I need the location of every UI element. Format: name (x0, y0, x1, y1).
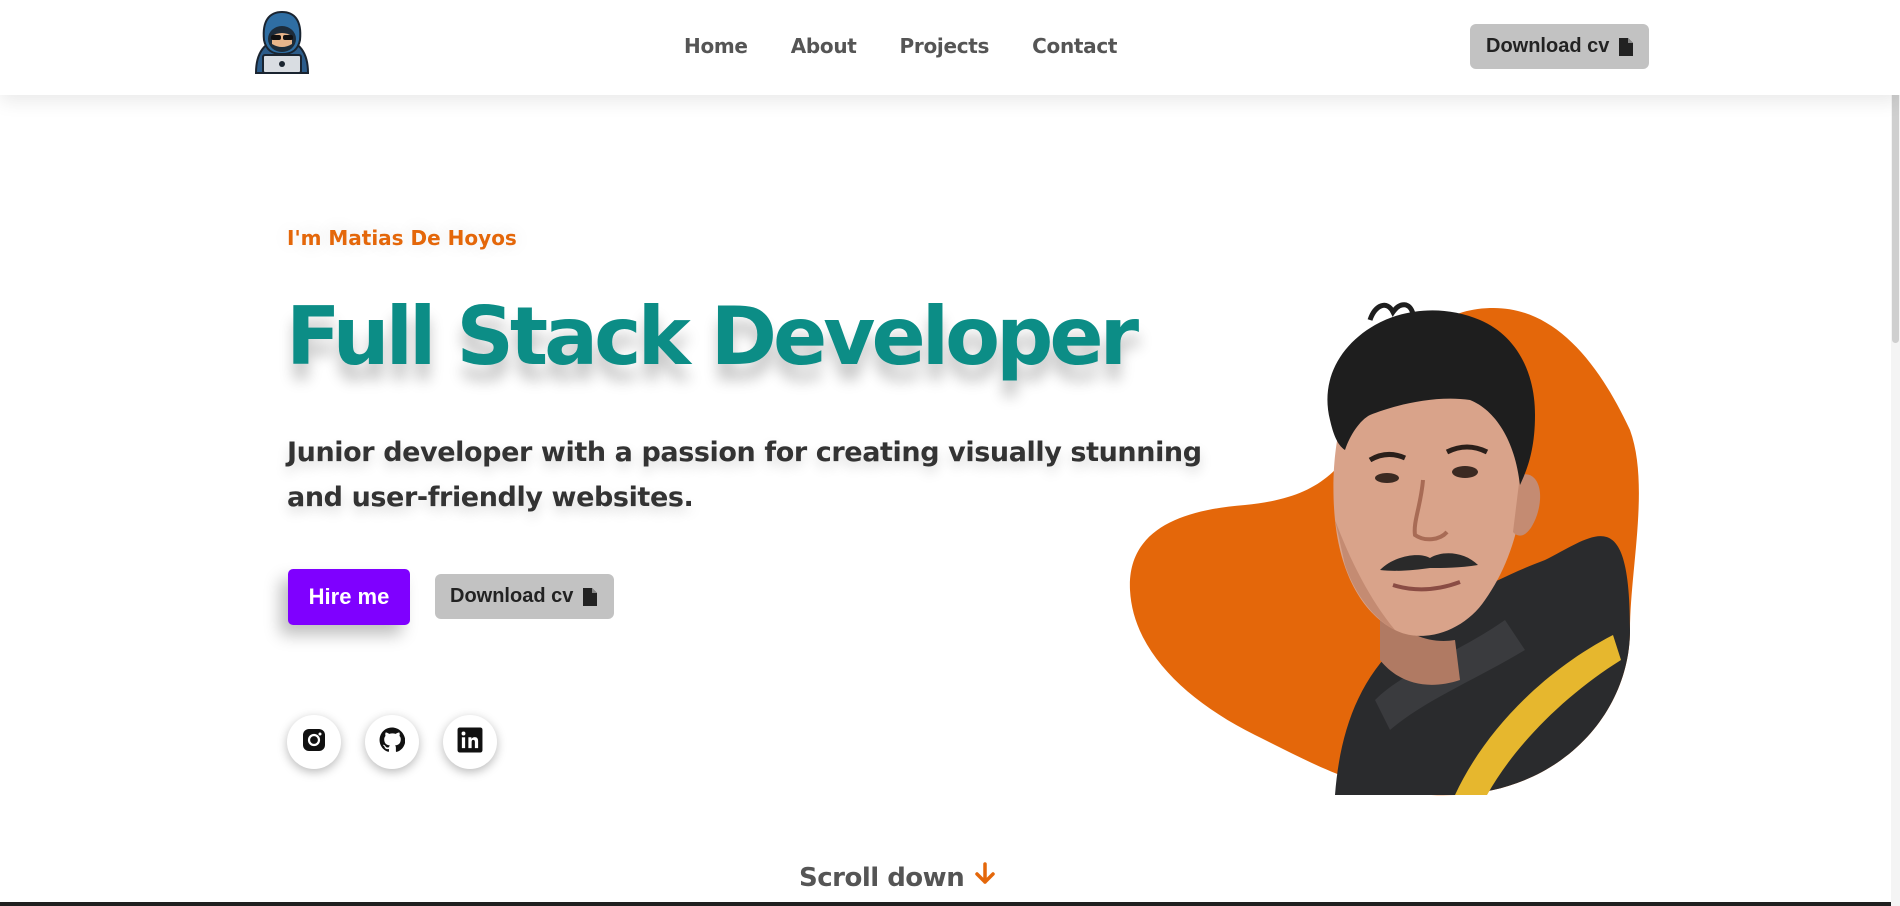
download-cv-label: Download cv (450, 585, 574, 607)
next-section-edge (0, 902, 1900, 906)
main-nav: Home About Projects Contact (684, 34, 1117, 58)
download-cv-label: Download cv (1486, 35, 1610, 57)
header-download-cv-button[interactable]: Download cv (1470, 24, 1650, 69)
nav-link-projects[interactable]: Projects (900, 34, 990, 58)
hacker-logo-icon[interactable] (250, 10, 314, 76)
scroll-down-link[interactable]: Scroll down (799, 862, 996, 893)
hire-me-button[interactable]: Hire me (288, 569, 410, 625)
hero-tagline: Junior developer with a passion for crea… (287, 437, 1202, 513)
hero-download-cv-button[interactable]: Download cv (435, 574, 615, 619)
intro-text: I'm Matias De Hoyos (287, 226, 517, 250)
github-link[interactable] (365, 715, 419, 769)
file-icon (583, 587, 598, 606)
scroll-down-label: Scroll down (799, 862, 965, 893)
profile-photo (1125, 300, 1645, 800)
nav-link-home[interactable]: Home (684, 34, 748, 58)
social-links (287, 715, 497, 769)
github-icon (379, 727, 406, 758)
arrow-down-icon (974, 862, 996, 893)
navbar: Home About Projects Contact Download cv (0, 0, 1900, 95)
linkedin-link[interactable] (443, 715, 497, 769)
nav-link-contact[interactable]: Contact (1032, 34, 1117, 58)
instagram-link[interactable] (287, 715, 341, 769)
nav-link-about[interactable]: About (791, 34, 857, 58)
linkedin-icon (457, 727, 483, 758)
page-title: Full Stack Developer (286, 290, 1139, 383)
file-icon (1619, 37, 1634, 56)
instagram-icon (302, 728, 326, 757)
